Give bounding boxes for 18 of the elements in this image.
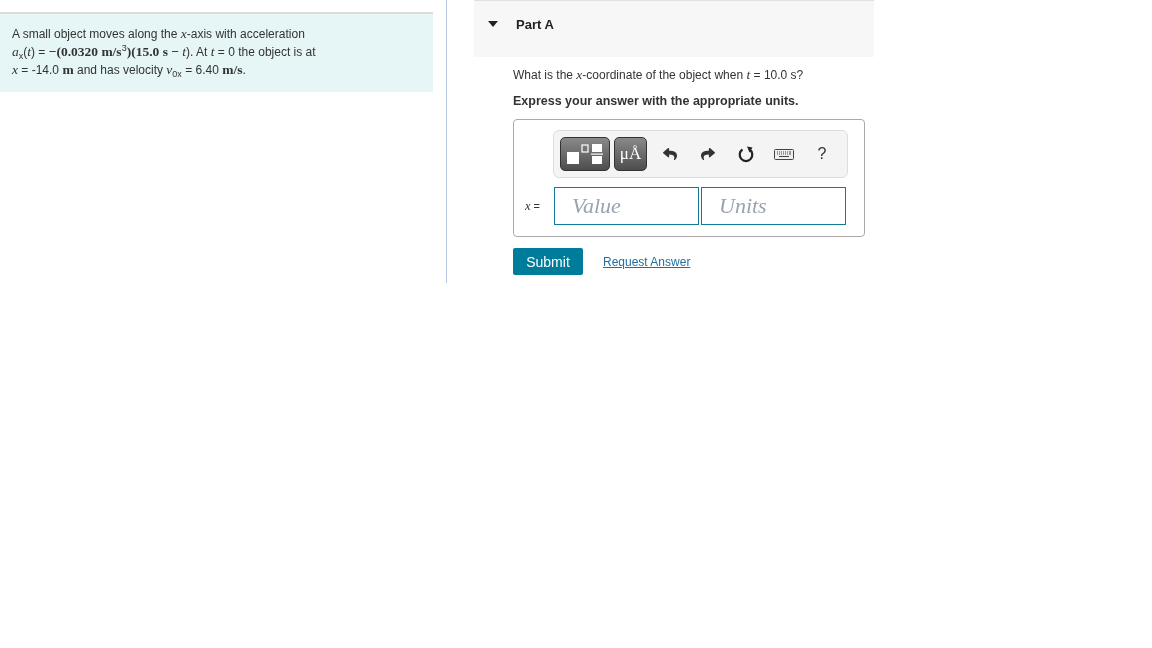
question-text: What is the x-coordinate of the object when t = 10.0 s? bbox=[513, 68, 805, 82]
symbols-button[interactable]: μÅ bbox=[614, 137, 647, 171]
problem-text: A small object moves along the x-axis with acceleration a$_{x}$(t) = −(0.0320 m/s$^{3}$)(15.0 s − t). At t = 0 the object is at x = -14.0 m and has velocity v$_{0x}$ = 6.40 m/s. bbox=[12, 25, 317, 79]
instruction-text: Express your answer with the appropriate units. bbox=[513, 94, 800, 108]
templates-icon bbox=[567, 144, 603, 164]
variable-label: x = bbox=[524, 198, 542, 214]
undo-arrow-icon bbox=[663, 147, 677, 161]
help-button[interactable]: ? bbox=[803, 137, 841, 171]
part-header[interactable]: Part A bbox=[474, 0, 874, 57]
answer-field[interactable]: Units bbox=[701, 187, 846, 225]
keyboard-icon bbox=[774, 148, 794, 160]
submit-button[interactable]: Submit bbox=[513, 248, 583, 275]
reset-icon bbox=[738, 145, 754, 163]
caret-down-icon bbox=[488, 19, 498, 29]
redo-arrow-icon bbox=[701, 147, 715, 161]
templates-button[interactable] bbox=[560, 137, 610, 171]
request-answer-link[interactable]: Request Answer bbox=[603, 254, 691, 269]
answer-field[interactable]: Value bbox=[554, 187, 699, 225]
